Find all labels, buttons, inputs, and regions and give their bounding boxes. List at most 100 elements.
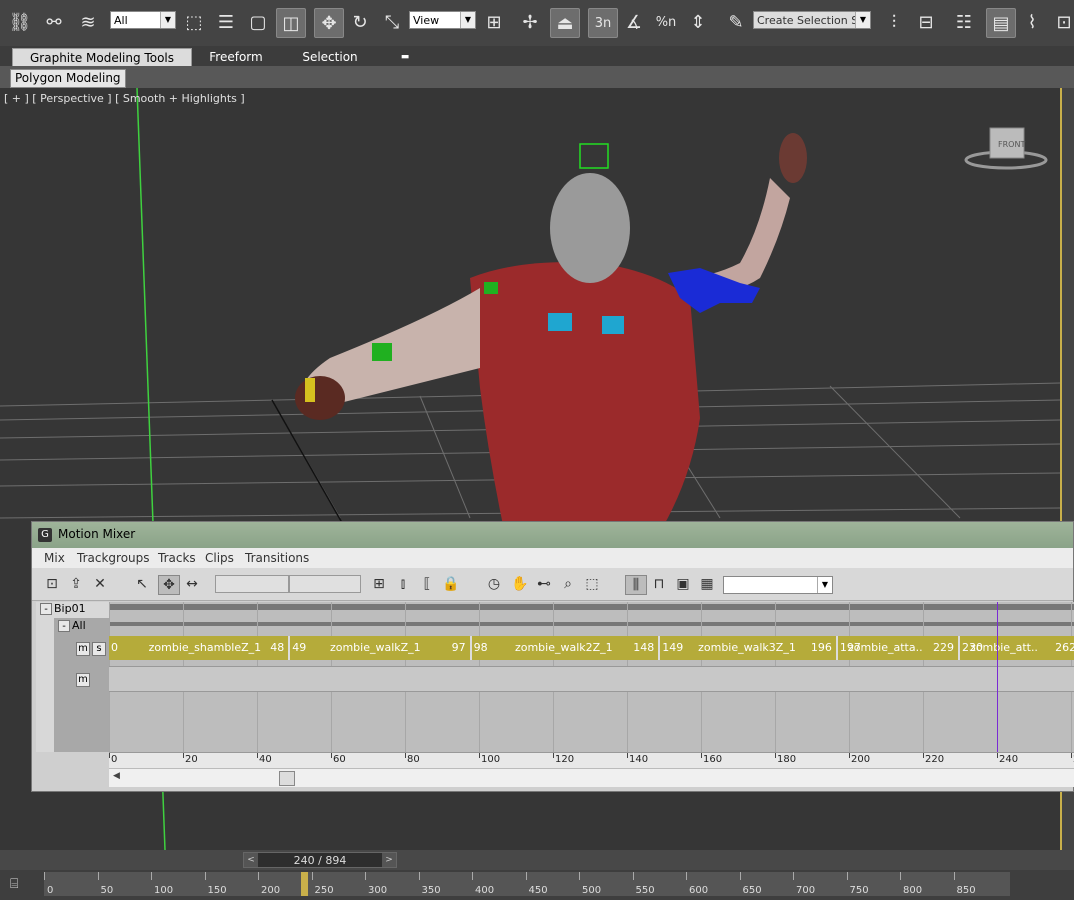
current-frame-marker[interactable] — [300, 872, 308, 896]
solo-button[interactable]: s — [92, 642, 106, 656]
zoom-extents-icon[interactable]: ⊷ — [534, 575, 554, 593]
keyboard-shortcut-override-icon[interactable]: ⏏ — [550, 8, 580, 38]
snaps-toggle-icon[interactable]: 3n — [588, 8, 618, 38]
set-range-icon[interactable]: ⊞ — [369, 575, 389, 593]
pivot-center-icon[interactable]: ⊞ — [480, 8, 508, 36]
time-clock-icon[interactable]: ◷ — [484, 575, 504, 593]
mixer-clip[interactable]: 149 zombie_walk3Z_1 196 — [660, 636, 836, 660]
mixer-options-icon[interactable]: ▦ — [697, 575, 717, 593]
lock-icon[interactable]: 🔒 — [441, 575, 461, 593]
tab-freeform[interactable]: Freeform — [196, 48, 276, 66]
select-and-scale-icon[interactable]: ⤡ — [378, 8, 406, 36]
clip-end-frame: 262 — [1055, 641, 1074, 654]
chevron-down-icon: ▼ — [817, 577, 832, 593]
angle-snap-icon[interactable]: ∡ — [620, 8, 648, 36]
viewport-label[interactable]: [ + ] [ Perspective ] [ Smooth + Highlig… — [4, 92, 245, 105]
menu-trackgroups[interactable]: Trackgroups — [77, 551, 150, 565]
empty-track[interactable] — [109, 666, 1074, 692]
scroll-left-icon[interactable]: ◀ — [113, 771, 120, 781]
edit-named-selection-icon[interactable]: ✎ — [722, 8, 750, 36]
mixer-title-bar[interactable]: G Motion Mixer — [32, 522, 1073, 549]
mirror-icon[interactable]: ⫶ — [880, 8, 908, 36]
select-and-link-icon[interactable]: ⛓ — [6, 8, 34, 36]
time-cursor[interactable] — [997, 602, 998, 752]
snap-clips-icon[interactable]: ⊓ — [649, 575, 669, 593]
track-bar-tick-label: 200 — [261, 885, 281, 896]
track-bar-tick — [365, 872, 366, 880]
panel-polygon-modeling[interactable]: Polygon Modeling — [10, 69, 126, 88]
collapse-bip01-icon[interactable]: - — [40, 603, 52, 615]
select-object-icon[interactable]: ⬚ — [180, 8, 208, 36]
fit-range-icon[interactable]: ⟦ — [417, 575, 437, 593]
track-bar-tick-label: 250 — [314, 885, 334, 896]
schematic-view-icon[interactable]: ⊡ — [1050, 8, 1074, 36]
viewcube-label[interactable]: FRONT — [998, 140, 1025, 149]
menu-mix[interactable]: Mix — [44, 551, 65, 565]
scrollbar-thumb[interactable] — [279, 771, 295, 786]
scale-clip-icon[interactable]: ↔ — [182, 575, 202, 593]
time-slider[interactable]: < 240 / 894 > — [243, 852, 397, 868]
clip-name: zombie_att.. — [970, 641, 1038, 654]
tree-all[interactable]: All — [72, 619, 86, 632]
zoom-icon[interactable]: ⌕ — [558, 575, 578, 593]
menu-tracks[interactable]: Tracks — [158, 551, 196, 565]
percent-snap-icon[interactable]: %n — [652, 8, 680, 36]
window-crossing-icon[interactable]: ◫ — [276, 8, 306, 38]
layer-manager-icon[interactable]: ☷ — [950, 8, 978, 36]
mixer-ruler-tick: 240 — [999, 754, 1019, 765]
rectangular-selection-icon[interactable]: ▢ — [244, 8, 272, 36]
tab-selection[interactable]: Selection — [290, 48, 370, 66]
mixer-ruler-tick: 100 — [481, 754, 501, 765]
ribbon-options-icon[interactable]: ▬ — [398, 48, 412, 66]
track-bar-area[interactable]: 0 50 100 150 200 250 300 350 400 450 500 550 600 650 7… — [44, 872, 1010, 896]
zoom-region-icon[interactable]: ⬚ — [582, 575, 602, 593]
snap-frames-icon[interactable]: ⫼ — [625, 575, 647, 595]
mixer-value-field-1[interactable] — [215, 575, 289, 593]
mixer-clip[interactable]: 49 zombie_walkZ_1 97 — [290, 636, 470, 660]
mixer-clip[interactable]: 197 zombie_atta.. 229 — [837, 636, 958, 660]
unlink-selection-icon[interactable]: ⚯ — [40, 8, 68, 36]
add-track-icon[interactable]: ⇪ — [66, 575, 86, 593]
spinner-snap-icon[interactable]: ⇕ — [684, 8, 712, 36]
track-bar-tick-label: 100 — [154, 885, 174, 896]
mixer-ruler-tickmark — [109, 753, 110, 758]
mixer-clip[interactable]: 0 zombie_shambleZ_1 48 — [109, 636, 289, 660]
named-selection-sets-field[interactable]: Create Selection Se ▼ — [753, 11, 871, 29]
align-icon[interactable]: ⊟ — [912, 8, 940, 36]
pan-hand-icon[interactable]: ✋ — [510, 575, 530, 593]
mixer-ruler-tickmark — [405, 753, 406, 758]
select-by-name-icon[interactable]: ☰ — [212, 8, 240, 36]
scene-explorer-icon[interactable]: ▤ — [986, 8, 1016, 38]
collapse-all-icon[interactable]: - — [58, 620, 70, 632]
select-arrow-icon[interactable]: ↖ — [132, 575, 152, 593]
tab-graphite-modeling-tools[interactable]: Graphite Modeling Tools — [12, 48, 192, 68]
mixer-track-area[interactable]: 0 zombie_shambleZ_1 48 49 zombie_walkZ_1 97 98… — [109, 602, 1074, 752]
trim-icon[interactable]: ⫾ — [393, 575, 413, 593]
track-bar-tick — [632, 872, 634, 880]
mixer-dropdown[interactable]: ▼ — [723, 576, 833, 594]
mute-button-track-2[interactable]: m — [76, 673, 90, 687]
toggle-balance-icon[interactable]: ▣ — [673, 575, 693, 593]
reference-coordinate-dropdown[interactable]: View ▼ — [409, 11, 476, 29]
move-clip-icon[interactable]: ✥ — [158, 575, 180, 595]
add-trackgroup-icon[interactable]: ⊡ — [42, 575, 62, 593]
manipulate-icon[interactable]: ✢ — [516, 8, 544, 36]
motion-mixer-window: G Motion Mixer Mix Trackgroups Tracks Cl… — [31, 521, 1074, 792]
tree-bip01[interactable]: Bip01 — [54, 602, 86, 615]
select-and-rotate-icon[interactable]: ↻ — [346, 8, 374, 36]
bind-space-warp-icon[interactable]: ≋ — [74, 8, 102, 36]
mixer-clip[interactable]: 230 zombie_att.. 262 — [960, 636, 1074, 660]
select-and-move-icon[interactable]: ✥ — [314, 8, 344, 38]
menu-transitions[interactable]: Transitions — [245, 551, 309, 565]
clip-end-frame: 97 — [451, 641, 466, 654]
mixer-value-field-2[interactable] — [289, 575, 361, 593]
mute-button[interactable]: m — [76, 642, 90, 656]
mixer-scrollbar[interactable]: ◀ — [109, 768, 1074, 787]
open-mini-curve-editor-icon[interactable]: ⌸ — [10, 876, 30, 894]
delete-icon[interactable]: ✕ — [90, 575, 110, 593]
curve-editor-icon[interactable]: ⌇ — [1018, 8, 1046, 36]
menu-clips[interactable]: Clips — [205, 551, 234, 565]
mixer-clip[interactable]: 98 zombie_walk2Z_1 148 — [471, 636, 659, 660]
next-frame-button[interactable]: > — [382, 853, 396, 867]
selection-filter-dropdown[interactable]: All ▼ — [110, 11, 176, 29]
